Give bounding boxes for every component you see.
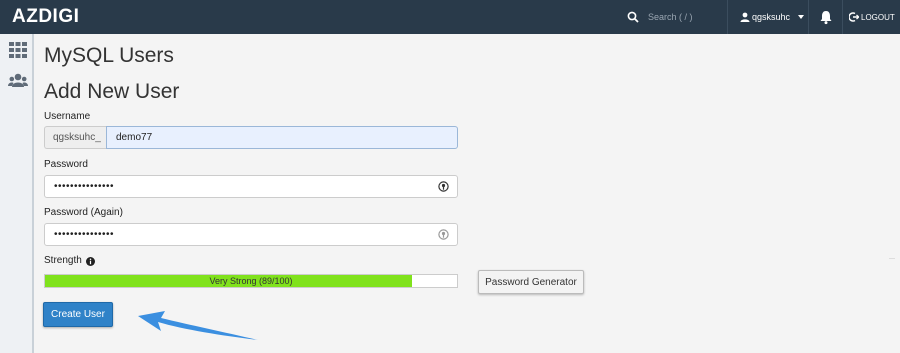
strength-meter: Very Strong (89/100): [44, 274, 458, 288]
info-icon[interactable]: [86, 257, 95, 266]
logout-button[interactable]: LOGOUT: [849, 8, 895, 26]
logout-icon: [849, 12, 859, 22]
page-title: MySQL Users: [44, 44, 174, 67]
search-icon: [627, 11, 639, 23]
username-prefix: qgsksuhc_: [44, 126, 106, 149]
navbar-divider: [808, 0, 809, 34]
password-generator-button[interactable]: Password Generator: [478, 270, 584, 294]
logout-label: LOGOUT: [861, 12, 895, 22]
password-label: Password: [44, 159, 88, 170]
sidebar: [0, 34, 34, 353]
top-navbar: AZDIGI qgsksuhc LOGOUT: [0, 0, 900, 34]
bell-icon[interactable]: [819, 9, 833, 25]
create-user-button[interactable]: Create User: [43, 302, 113, 327]
chevron-down-icon: [798, 15, 805, 19]
brand-logo[interactable]: AZDIGI: [12, 6, 79, 28]
password-again-input[interactable]: [44, 223, 458, 246]
user-menu[interactable]: qgsksuhc: [740, 8, 805, 26]
username-label: qgsksuhc: [752, 12, 791, 22]
password-again-label: Password (Again): [44, 207, 123, 218]
section-title: Add New User: [44, 80, 180, 103]
scroll-indicator: [889, 258, 895, 259]
user-icon: [740, 12, 750, 22]
grid-icon[interactable]: [8, 41, 28, 59]
users-icon[interactable]: [8, 72, 28, 90]
password-input[interactable]: [44, 175, 458, 198]
username-label: Username: [44, 111, 91, 122]
show-password-icon[interactable]: [438, 229, 449, 240]
navbar-divider: [727, 0, 728, 34]
strength-label: Strength: [44, 255, 82, 266]
username-input[interactable]: [106, 126, 458, 149]
show-password-icon[interactable]: [438, 181, 449, 192]
strength-text: Very Strong (89/100): [209, 276, 293, 286]
navbar-divider: [842, 0, 843, 34]
search-box[interactable]: [627, 8, 740, 26]
annotation-arrow: [138, 311, 258, 340]
